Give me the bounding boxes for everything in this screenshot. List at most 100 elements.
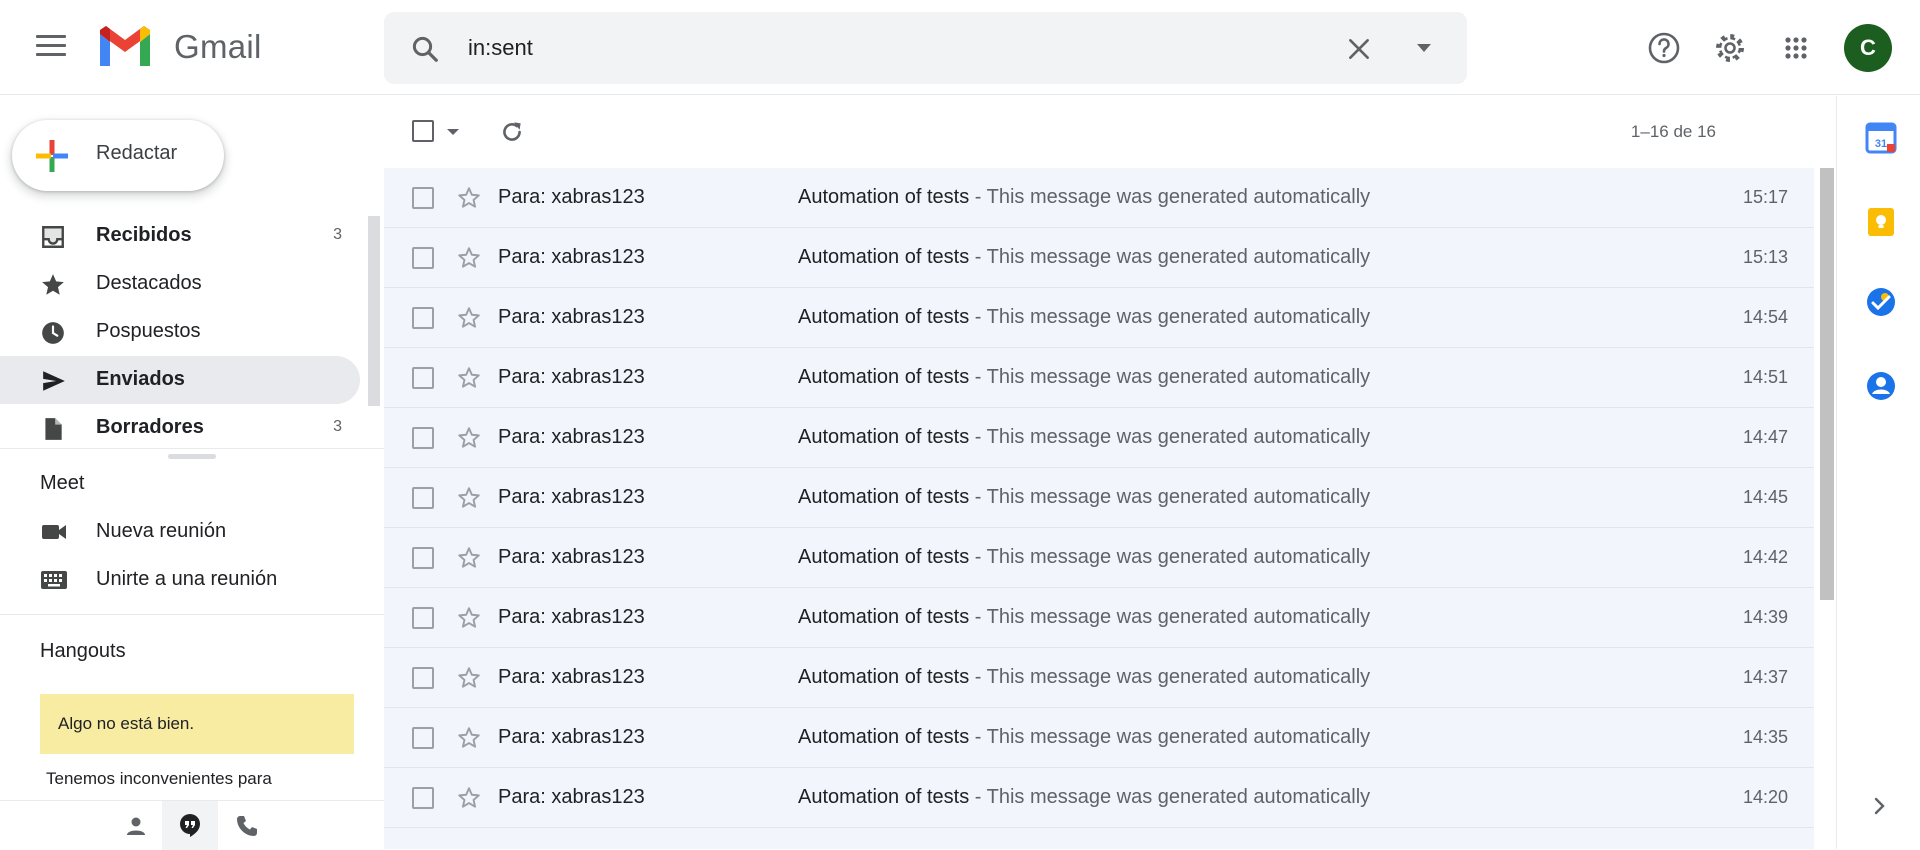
meet-new-meeting[interactable]: Nueva reunión [0,508,384,554]
list-toolbar: 1–16 de 16 [384,96,1814,168]
email-sender: Para: xabras123 [498,606,645,628]
email-subject-line: Automation of tests - This message was g… [798,366,1370,389]
search-icon[interactable] [410,34,440,64]
compose-button[interactable]: Redactar [12,120,224,191]
star-icon[interactable] [456,785,482,811]
email-snippet: - This message was generated automatical… [969,306,1371,328]
email-sender: Para: xabras123 [498,306,645,328]
help-icon[interactable] [1640,24,1688,72]
star-icon[interactable] [456,665,482,691]
email-sender: Para: xabras123 [498,726,645,748]
email-snippet: - This message was generated automatical… [969,726,1371,748]
nav-label: Destacados [96,272,202,294]
star-icon[interactable] [456,725,482,751]
email-subject-line: Automation of tests - This message was g… [798,306,1370,329]
email-checkbox[interactable] [412,667,434,689]
nav-item-borradores[interactable]: Borradores 3 [0,404,360,452]
email-row[interactable]: Para: xabras123 Automation of tests - Thi… [384,468,1814,528]
apps-icon[interactable] [1772,24,1820,72]
star-icon[interactable] [456,485,482,511]
star-icon[interactable] [456,545,482,571]
clear-icon[interactable] [1346,36,1372,62]
settings-icon[interactable] [1706,24,1754,72]
search-options-icon[interactable] [1415,42,1433,54]
email-time: 14:20 [1742,787,1788,807]
compose-label: Redactar [96,142,178,164]
meet-item-label: Nueva reunión [96,520,227,542]
email-sender: Para: xabras123 [498,426,645,448]
email-subject-line: Automation of tests - This message was g… [798,246,1370,269]
email-checkbox[interactable] [412,787,434,809]
email-row[interactable]: Para: xabras123 Automation of tests - Thi… [384,348,1814,408]
email-checkbox[interactable] [412,607,434,629]
search-input[interactable] [468,28,1268,68]
star-icon[interactable] [456,185,482,211]
email-subject-line: Automation of tests - This message was g… [798,486,1370,509]
refresh-icon[interactable] [499,119,525,145]
email-checkbox[interactable] [412,487,434,509]
email-list: Para: xabras123 Automation of tests - Thi… [384,168,1814,849]
email-row[interactable]: Para: xabras123 Automation of tests - Thi… [384,168,1814,228]
select-all-checkbox[interactable] [412,120,434,142]
menu-icon[interactable] [36,35,66,59]
sidebar-scrollbar[interactable] [368,216,380,406]
sidebar: Redactar Recibidos 3 Destacados Pospuest… [0,96,384,850]
email-row[interactable]: Para: xabras123 Automation of tests - Thi… [384,708,1814,768]
email-time: 14:39 [1742,607,1788,627]
expand-panel-icon[interactable] [1869,796,1889,816]
account-avatar[interactable]: C [1844,24,1892,72]
contacts-icon[interactable] [1865,370,1897,402]
email-subject: Automation of tests [798,666,970,688]
email-row[interactable]: Para: xabras123 Automation of tests - Thi… [384,648,1814,708]
email-row-partial[interactable] [384,828,1814,849]
search-bar[interactable] [384,12,1467,84]
email-snippet: - This message was generated automatical… [969,486,1371,508]
tasks-icon[interactable] [1865,286,1897,318]
email-checkbox[interactable] [412,307,434,329]
email-row[interactable]: Para: xabras123 Automation of tests - Thi… [384,768,1814,828]
phone-icon[interactable] [235,814,259,838]
email-row[interactable]: Para: xabras123 Automation of tests - Thi… [384,288,1814,348]
select-options-icon[interactable] [446,128,460,136]
star-icon[interactable] [456,425,482,451]
email-checkbox[interactable] [412,427,434,449]
nav-item-pospuestos[interactable]: Pospuestos [0,308,360,356]
email-checkbox[interactable] [412,367,434,389]
resize-handle[interactable] [168,454,216,459]
list-scrollbar[interactable] [1820,168,1834,600]
star-icon[interactable] [456,605,482,631]
meet-join-meeting[interactable]: Unirte a una reunión [0,556,384,602]
email-row[interactable]: Para: xabras123 Automation of tests - Thi… [384,408,1814,468]
email-checkbox[interactable] [412,547,434,569]
video-icon [42,525,66,539]
email-row[interactable]: Para: xabras123 Automation of tests - Thi… [384,588,1814,648]
nav-count: 3 [333,418,342,435]
nav-label: Recibidos [96,224,192,246]
email-checkbox[interactable] [412,727,434,749]
email-time: 14:35 [1742,727,1788,747]
calendar-icon[interactable]: 31 [1865,122,1897,154]
nav-item-enviados[interactable]: Enviados [0,356,360,404]
email-checkbox[interactable] [412,247,434,269]
keep-icon[interactable] [1865,206,1897,238]
nav-item-destacados[interactable]: Destacados [0,260,360,308]
brand-name[interactable]: Gmail [174,28,262,66]
email-time: 14:54 [1742,307,1788,327]
email-time: 15:17 [1742,187,1788,207]
email-checkbox[interactable] [412,187,434,209]
contacts-tab-icon[interactable] [124,814,148,838]
email-row[interactable]: Para: xabras123 Automation of tests - Thi… [384,528,1814,588]
email-time: 14:51 [1742,367,1788,387]
nav-item-recibidos[interactable]: Recibidos 3 [0,212,360,260]
email-snippet: - This message was generated automatical… [969,246,1371,268]
email-snippet: - This message was generated automatical… [969,426,1371,448]
star-icon[interactable] [456,305,482,331]
star-icon[interactable] [456,245,482,271]
star-icon[interactable] [456,365,482,391]
gmail-logo-icon[interactable] [96,24,154,70]
nav-label: Borradores [96,416,204,438]
hangouts-chat-tab[interactable] [162,801,218,850]
email-time: 14:47 [1742,427,1788,447]
email-row[interactable]: Para: xabras123 Automation of tests - Thi… [384,228,1814,288]
email-time: 14:45 [1742,487,1788,507]
